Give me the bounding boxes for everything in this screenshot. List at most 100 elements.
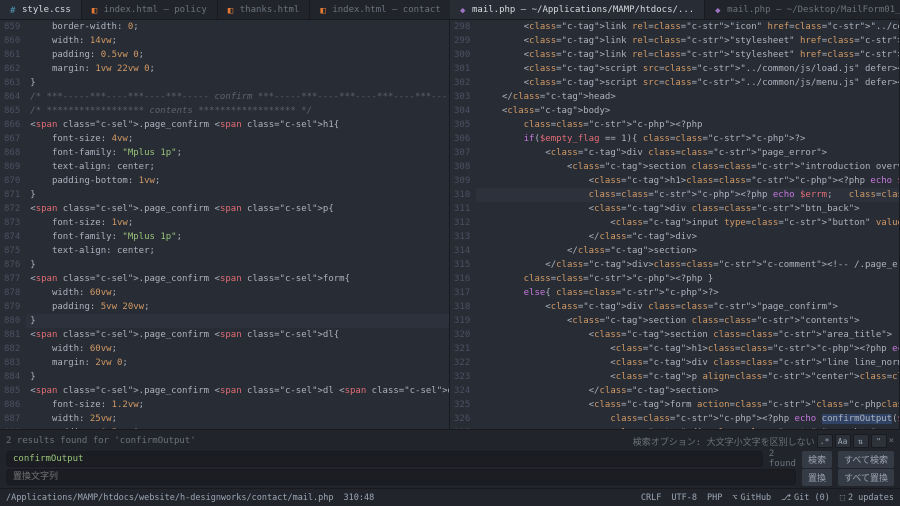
status-grammar[interactable]: PHP: [707, 493, 722, 503]
find-button[interactable]: 検索: [802, 451, 832, 468]
code-line[interactable]: font-family: "Mplus 1p";: [26, 230, 449, 244]
code-line[interactable]: </class="c-tag">section>: [476, 244, 899, 258]
status-path[interactable]: /Applications/MAMP/htdocs/website/h-desi…: [6, 493, 334, 503]
code-line[interactable]: <span class="c-sel">.page_confirm <span …: [26, 202, 449, 216]
code-line[interactable]: <class="c-tag">h1>class=class="c-str">"c…: [476, 342, 899, 356]
package-icon: ⬚: [840, 493, 845, 503]
status-eol[interactable]: CRLF: [641, 493, 661, 503]
code-line[interactable]: class=class="c-str">"c-php"><?php: [476, 118, 899, 132]
left-editor[interactable]: border-width: 0; width: 14vw; padding: 0…: [26, 20, 449, 429]
find-input[interactable]: [6, 451, 763, 467]
code-line[interactable]: <class="c-tag">script src=class="c-str">…: [476, 62, 899, 76]
code-line[interactable]: text-align: center;: [26, 244, 449, 258]
code-line[interactable]: }: [26, 76, 449, 90]
tab[interactable]: ◧index.html — policy: [82, 0, 218, 19]
html-file-icon: ◧: [92, 6, 100, 14]
code-line[interactable]: margin: 2vw 0;: [26, 356, 449, 370]
code-line[interactable]: <class="c-tag">link rel=class="c-str">"s…: [476, 48, 899, 62]
code-line[interactable]: </class="c-tag">div>: [476, 230, 899, 244]
find-all-button[interactable]: すべて検索: [838, 451, 894, 468]
code-line[interactable]: font-family: "Mplus 1p";: [26, 146, 449, 160]
code-line[interactable]: padding: 5vw 20vw;: [26, 300, 449, 314]
tab[interactable]: ◧thanks.html: [218, 0, 311, 19]
tab-label: mail.php — ~/Applications/MAMP/htdocs/..…: [472, 5, 694, 15]
code-line[interactable]: <class="c-tag">script src=class="c-str">…: [476, 76, 899, 90]
tab[interactable]: ◧index.html — contact: [310, 0, 450, 19]
code-line[interactable]: <class="c-tag">link rel=class="c-str">"i…: [476, 20, 899, 34]
code-line[interactable]: </class="c-tag">div>class=class="c-str">…: [476, 258, 899, 272]
code-line[interactable]: <class="c-tag">input type=class="c-str">…: [476, 216, 899, 230]
code-line[interactable]: /* ***-----***----***----***----- confir…: [26, 90, 449, 104]
close-icon[interactable]: ×: [889, 436, 894, 446]
code-line[interactable]: border-width: 0;: [26, 20, 449, 34]
code-line[interactable]: <class="c-tag">div class=class="c-str">"…: [476, 356, 899, 370]
code-line[interactable]: }: [26, 258, 449, 272]
status-updates[interactable]: ⬚2 updates: [840, 493, 894, 503]
code-line[interactable]: <class="c-tag">body>: [476, 104, 899, 118]
php-file-icon: ◆: [460, 6, 468, 14]
code-line[interactable]: margin: 1vw 22vw 0;: [26, 62, 449, 76]
code-line[interactable]: <class="c-tag">p align=class="c-str">"ce…: [476, 370, 899, 384]
code-line[interactable]: }: [26, 314, 449, 328]
replace-input[interactable]: [6, 469, 796, 485]
code-line[interactable]: <span class="c-sel">.page_confirm <span …: [26, 328, 449, 342]
css-file-icon: #: [10, 6, 18, 14]
code-line[interactable]: <class="c-tag">div class=class="c-str">"…: [476, 146, 899, 160]
tab[interactable]: ◆mail.php — ~/Desktop/MailForm01_mult...: [705, 0, 900, 19]
code-line[interactable]: font-size: 4vw;: [26, 132, 449, 146]
code-line[interactable]: else{ class=class="c-str">"c-php">?>: [476, 286, 899, 300]
git-branch-icon: ⎇: [781, 493, 791, 503]
html-file-icon: ◧: [320, 6, 328, 14]
find-options-label: 検索オプション: 大文字小文字を区別しない .* Aa ⇅ " ×: [633, 434, 894, 448]
code-line[interactable]: /* ****************** contents *********…: [26, 104, 449, 118]
tab[interactable]: ◆ mail.php — ~/Applications/MAMP/htdocs/.…: [450, 0, 705, 19]
php-file-icon: ◆: [715, 6, 723, 14]
word-option[interactable]: ": [871, 434, 887, 448]
code-line[interactable]: <span class="c-sel">.page_confirm <span …: [26, 384, 449, 398]
code-line[interactable]: class=class="c-str">"c-php"><?php echo c…: [476, 412, 899, 426]
code-line[interactable]: <class="c-tag">section class=class="c-st…: [476, 328, 899, 342]
code-line[interactable]: width: 25vw;: [26, 412, 449, 426]
selection-option[interactable]: ⇅: [853, 434, 869, 448]
regex-option[interactable]: .*: [817, 434, 833, 448]
code-line[interactable]: if($empty_flag == 1){ class=class="c-str…: [476, 132, 899, 146]
code-line[interactable]: width: 60vw;: [26, 286, 449, 300]
left-gutter: 8598608618628638648658668678688698708718…: [0, 20, 26, 429]
status-git[interactable]: ⎇Git (0): [781, 493, 830, 503]
code-line[interactable]: </class="c-tag">section>: [476, 384, 899, 398]
code-line[interactable]: </class="c-tag">head>: [476, 90, 899, 104]
code-line[interactable]: <class="c-tag">form action=class="c-str"…: [476, 398, 899, 412]
code-line[interactable]: <span class="c-sel">.page_confirm <span …: [26, 272, 449, 286]
code-line[interactable]: <class="c-tag">h1>class=class="c-str">"c…: [476, 174, 899, 188]
github-icon: ⌥: [732, 493, 737, 503]
code-line[interactable]: text-align: center;: [26, 160, 449, 174]
code-line[interactable]: <class="c-tag">div class=class="c-str">"…: [476, 202, 899, 216]
code-line[interactable]: font-size: 1vw;: [26, 216, 449, 230]
code-line[interactable]: }: [26, 370, 449, 384]
find-replace-panel: 2 results found for 'confirmOutput' 検索オプ…: [0, 429, 900, 488]
replace-button[interactable]: 置換: [802, 469, 832, 486]
status-bar: /Applications/MAMP/htdocs/website/h-desi…: [0, 488, 900, 506]
code-line[interactable]: padding: 0.5vw 0;: [26, 48, 449, 62]
code-line[interactable]: width: 60vw;: [26, 342, 449, 356]
code-line[interactable]: width: 14vw;: [26, 34, 449, 48]
code-line[interactable]: <class="c-tag">section class=class="c-st…: [476, 314, 899, 328]
find-count: 2 found: [769, 449, 796, 469]
code-line[interactable]: class=class="c-str">"c-php"><?php }: [476, 272, 899, 286]
status-encoding[interactable]: UTF-8: [671, 493, 697, 503]
code-line[interactable]: class=class="c-str">"c-php"><?php echo $…: [476, 188, 899, 202]
replace-all-button[interactable]: すべて置換: [838, 469, 894, 486]
right-pane: 2982993003013023033043053063073083093103…: [450, 20, 900, 429]
case-option[interactable]: Aa: [835, 434, 851, 448]
code-line[interactable]: <class="c-tag">link rel=class="c-str">"s…: [476, 34, 899, 48]
right-editor[interactable]: <class="c-tag">link rel=class="c-str">"i…: [476, 20, 899, 429]
code-line[interactable]: padding-bottom: 1vw;: [26, 174, 449, 188]
code-line[interactable]: <class="c-tag">div class=class="c-str">"…: [476, 300, 899, 314]
tab[interactable]: #style.css: [0, 0, 82, 19]
status-github[interactable]: ⌥GitHub: [732, 493, 771, 503]
status-cursor[interactable]: 310:48: [344, 493, 375, 503]
code-line[interactable]: font-size: 1.2vw;: [26, 398, 449, 412]
code-line[interactable]: <span class="c-sel">.page_confirm <span …: [26, 118, 449, 132]
code-line[interactable]: <class="c-tag">section class=class="c-st…: [476, 160, 899, 174]
code-line[interactable]: }: [26, 188, 449, 202]
